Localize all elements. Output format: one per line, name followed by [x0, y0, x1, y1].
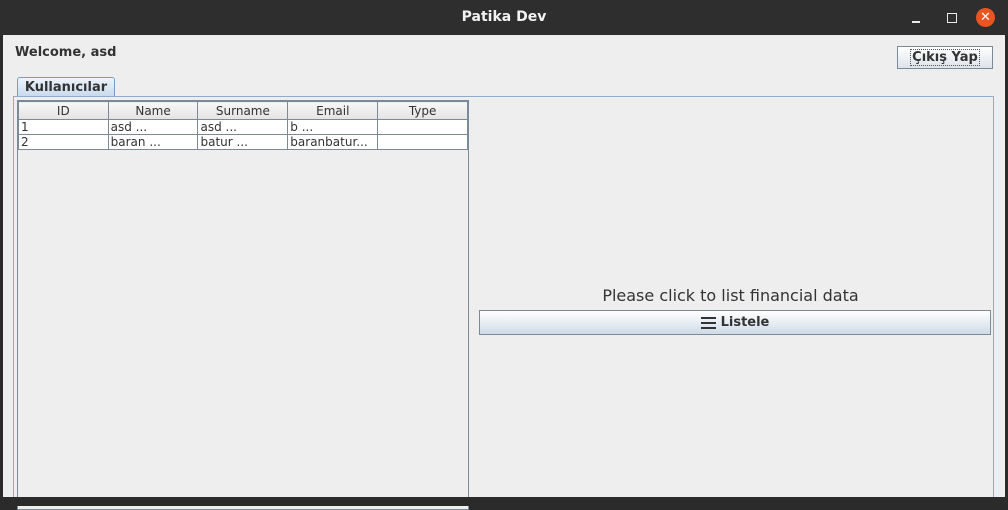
- column-header-name[interactable]: Name: [107, 101, 199, 120]
- welcome-label: Welcome, asd: [15, 45, 117, 60]
- logout-label: Çıkış Yap: [910, 49, 980, 66]
- cell-email[interactable]: baranbatur...: [287, 134, 379, 150]
- close-icon: ✕: [980, 10, 991, 25]
- cell-surname[interactable]: asd ...: [197, 119, 289, 135]
- cell-id[interactable]: 1: [18, 119, 109, 135]
- column-header-email[interactable]: Email: [287, 101, 379, 120]
- cell-id[interactable]: 2: [18, 134, 109, 150]
- window-bottom-edge: [0, 497, 1008, 506]
- column-header-type[interactable]: Type: [377, 101, 468, 120]
- table-row[interactable]: 2 baran ... batur ... baranbatur...: [18, 134, 468, 150]
- minimize-icon: [912, 21, 920, 23]
- close-button[interactable]: ✕: [976, 8, 995, 27]
- users-table-panel[interactable]: ID Name Surname Email Type 1 asd ... asd…: [17, 100, 469, 510]
- cell-surname[interactable]: batur ...: [197, 134, 289, 150]
- tab-kullanicilar[interactable]: Kullanıcılar: [17, 77, 115, 97]
- window-title: Patika Dev: [461, 9, 547, 25]
- cell-type[interactable]: [377, 119, 468, 135]
- list-button[interactable]: Listele: [479, 310, 991, 335]
- main-window: Welcome, asd Çıkış Yap Kullanıcılar ID N…: [3, 35, 1005, 510]
- cell-type[interactable]: [377, 134, 468, 150]
- cell-email[interactable]: b ...: [287, 119, 379, 135]
- users-table: ID Name Surname Email Type 1 asd ... asd…: [18, 101, 468, 150]
- cell-name[interactable]: baran ...: [107, 134, 199, 150]
- cell-name[interactable]: asd ...: [107, 119, 199, 135]
- minimize-button[interactable]: [906, 8, 926, 28]
- tab-panel: ID Name Surname Email Type 1 asd ... asd…: [13, 96, 994, 510]
- maximize-button[interactable]: [942, 8, 962, 28]
- column-header-id[interactable]: ID: [18, 101, 109, 120]
- maximize-icon: [947, 13, 957, 23]
- column-header-surname[interactable]: Surname: [197, 101, 289, 120]
- logout-button[interactable]: Çıkış Yap: [897, 46, 993, 69]
- menu-icon: [700, 314, 716, 332]
- financial-prompt: Please click to list financial data: [602, 286, 859, 305]
- table-row[interactable]: 1 asd ... asd ... b ...: [18, 119, 468, 135]
- table-header-row: ID Name Surname Email Type: [18, 101, 468, 120]
- title-bar: Patika Dev ✕: [0, 0, 1008, 35]
- list-button-label: Listele: [720, 315, 770, 330]
- financial-panel: Please click to list financial data List…: [469, 100, 992, 504]
